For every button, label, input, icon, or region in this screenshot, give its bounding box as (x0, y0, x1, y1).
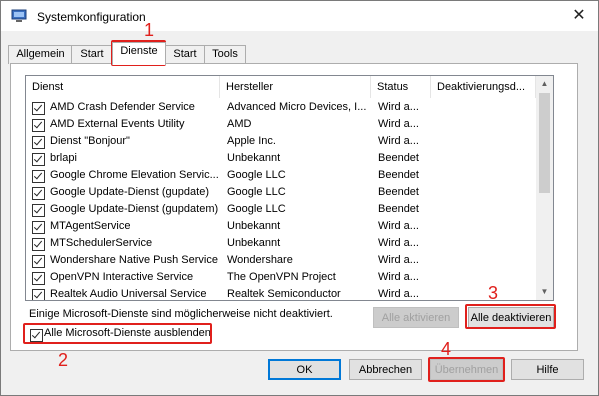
annotation-step-3: 3 (488, 283, 499, 303)
service-status: Beendet (378, 169, 419, 181)
service-checkbox[interactable] (32, 289, 45, 300)
microsoft-services-note: Einige Microsoft-Dienste sind möglicherw… (29, 308, 333, 320)
service-status: Wird a... (378, 237, 419, 249)
enable-all-button[interactable]: Alle aktivieren (373, 307, 459, 328)
service-name: Google Chrome Elevation Servic... (50, 169, 218, 181)
service-status: Wird a... (378, 220, 419, 232)
scrollbar-thumb[interactable] (539, 93, 550, 193)
column-header-vendor[interactable]: Hersteller (220, 76, 371, 98)
service-vendor: Unbekannt (227, 237, 281, 249)
table-row[interactable]: Google Chrome Elevation Servic... Google … (26, 168, 536, 185)
services-list[interactable]: Dienst Hersteller Status Deaktivierungsd… (25, 75, 554, 301)
tab-allgemein[interactable]: Allgemein (8, 45, 73, 64)
scroll-down-icon[interactable]: ▼ (536, 284, 553, 300)
service-name: brlapi (50, 152, 77, 164)
service-status: Beendet (378, 152, 419, 164)
help-button[interactable]: Hilfe (511, 359, 584, 380)
service-status: Beendet (378, 186, 419, 198)
service-checkbox[interactable] (32, 170, 45, 183)
list-scrollbar[interactable]: ▲ ▼ (536, 76, 553, 300)
service-name: Google Update-Dienst (gupdate) (50, 186, 209, 198)
column-header-disable-date[interactable]: Deaktivierungsd... (431, 76, 536, 98)
close-icon[interactable]: ✕ (567, 5, 591, 27)
service-checkbox[interactable] (32, 136, 45, 149)
service-vendor: Wondershare (227, 254, 293, 266)
window-title: Systemkonfiguration (37, 10, 146, 24)
table-row[interactable]: AMD Crash Defender Service Advanced Micro… (26, 100, 536, 117)
service-status: Wird a... (378, 118, 419, 130)
service-status: Wird a... (378, 271, 419, 283)
annotation-step-1: 1 (144, 20, 155, 40)
highlight-hide-microsoft (23, 323, 212, 344)
annotation-step-4: 4 (441, 339, 452, 359)
service-vendor: Google LLC (227, 203, 286, 215)
column-header-service[interactable]: Dienst (26, 76, 220, 98)
service-checkbox[interactable] (32, 272, 45, 285)
service-status: Wird a... (378, 288, 419, 300)
tab-start[interactable]: Start (71, 45, 113, 64)
tab-dienste[interactable]: Dienste (112, 42, 166, 65)
service-name: AMD Crash Defender Service (50, 101, 195, 113)
service-status: Wird a... (378, 101, 419, 113)
service-name: OpenVPN Interactive Service (50, 271, 194, 283)
cancel-button[interactable]: Abbrechen (349, 359, 422, 380)
table-row[interactable]: brlapi Unbekannt Beendet (26, 151, 536, 168)
ok-button[interactable]: OK (268, 359, 341, 380)
service-checkbox[interactable] (32, 119, 45, 132)
service-checkbox[interactable] (32, 204, 45, 217)
title-bar: Systemkonfiguration ✕ (1, 1, 598, 31)
service-vendor: AMD (227, 118, 252, 130)
table-row[interactable]: Google Update-Dienst (gupdate) Google LLC… (26, 185, 536, 202)
table-row[interactable]: Google Update-Dienst (gupdatem) Google LL… (26, 202, 536, 219)
service-status: Beendet (378, 203, 419, 215)
service-name: MTSchedulerService (50, 237, 153, 249)
highlight-disable-all (465, 304, 556, 329)
service-status: Wird a... (378, 254, 419, 266)
column-header-status[interactable]: Status (371, 76, 431, 98)
scroll-up-icon[interactable]: ▲ (536, 76, 553, 92)
table-row[interactable]: Realtek Audio Universal Service Realtek S… (26, 287, 536, 300)
service-checkbox[interactable] (32, 221, 45, 234)
table-row[interactable]: MTSchedulerService Unbekannt Wird a... (26, 236, 536, 253)
service-checkbox[interactable] (32, 255, 45, 268)
service-checkbox[interactable] (32, 102, 45, 115)
service-vendor: Advanced Micro Devices, I... (227, 101, 367, 113)
table-row[interactable]: Wondershare Native Push Service Wondersha… (26, 253, 536, 270)
service-name: MTAgentService (50, 220, 131, 232)
service-checkbox[interactable] (32, 187, 45, 200)
service-vendor: The OpenVPN Project (227, 271, 336, 283)
table-row[interactable]: OpenVPN Interactive Service The OpenVPN P… (26, 270, 536, 287)
service-name: Google Update-Dienst (gupdatem) (50, 203, 218, 215)
service-name: Wondershare Native Push Service (50, 254, 218, 266)
highlight-apply (428, 357, 505, 382)
msconfig-icon (11, 9, 27, 23)
service-checkbox[interactable] (32, 238, 45, 251)
service-name: AMD External Events Utility (50, 118, 185, 130)
service-checkbox[interactable] (32, 153, 45, 166)
service-vendor: Apple Inc. (227, 135, 276, 147)
annotation-step-2: 2 (58, 350, 69, 370)
tab-start-2[interactable]: Start (164, 45, 206, 64)
table-row[interactable]: AMD External Events Utility AMD Wird a... (26, 117, 536, 134)
tab-tools[interactable]: Tools (204, 45, 246, 64)
service-status: Wird a... (378, 135, 419, 147)
service-name: Realtek Audio Universal Service (50, 288, 207, 300)
service-vendor: Unbekannt (227, 152, 281, 164)
table-row[interactable]: Dienst "Bonjour" Apple Inc. Wird a... (26, 134, 536, 151)
service-vendor: Google LLC (227, 169, 286, 181)
service-name: Dienst "Bonjour" (50, 135, 130, 147)
service-vendor: Realtek Semiconductor (227, 288, 341, 300)
service-vendor: Google LLC (227, 186, 286, 198)
service-vendor: Unbekannt (227, 220, 281, 232)
table-row[interactable]: MTAgentService Unbekannt Wird a... (26, 219, 536, 236)
